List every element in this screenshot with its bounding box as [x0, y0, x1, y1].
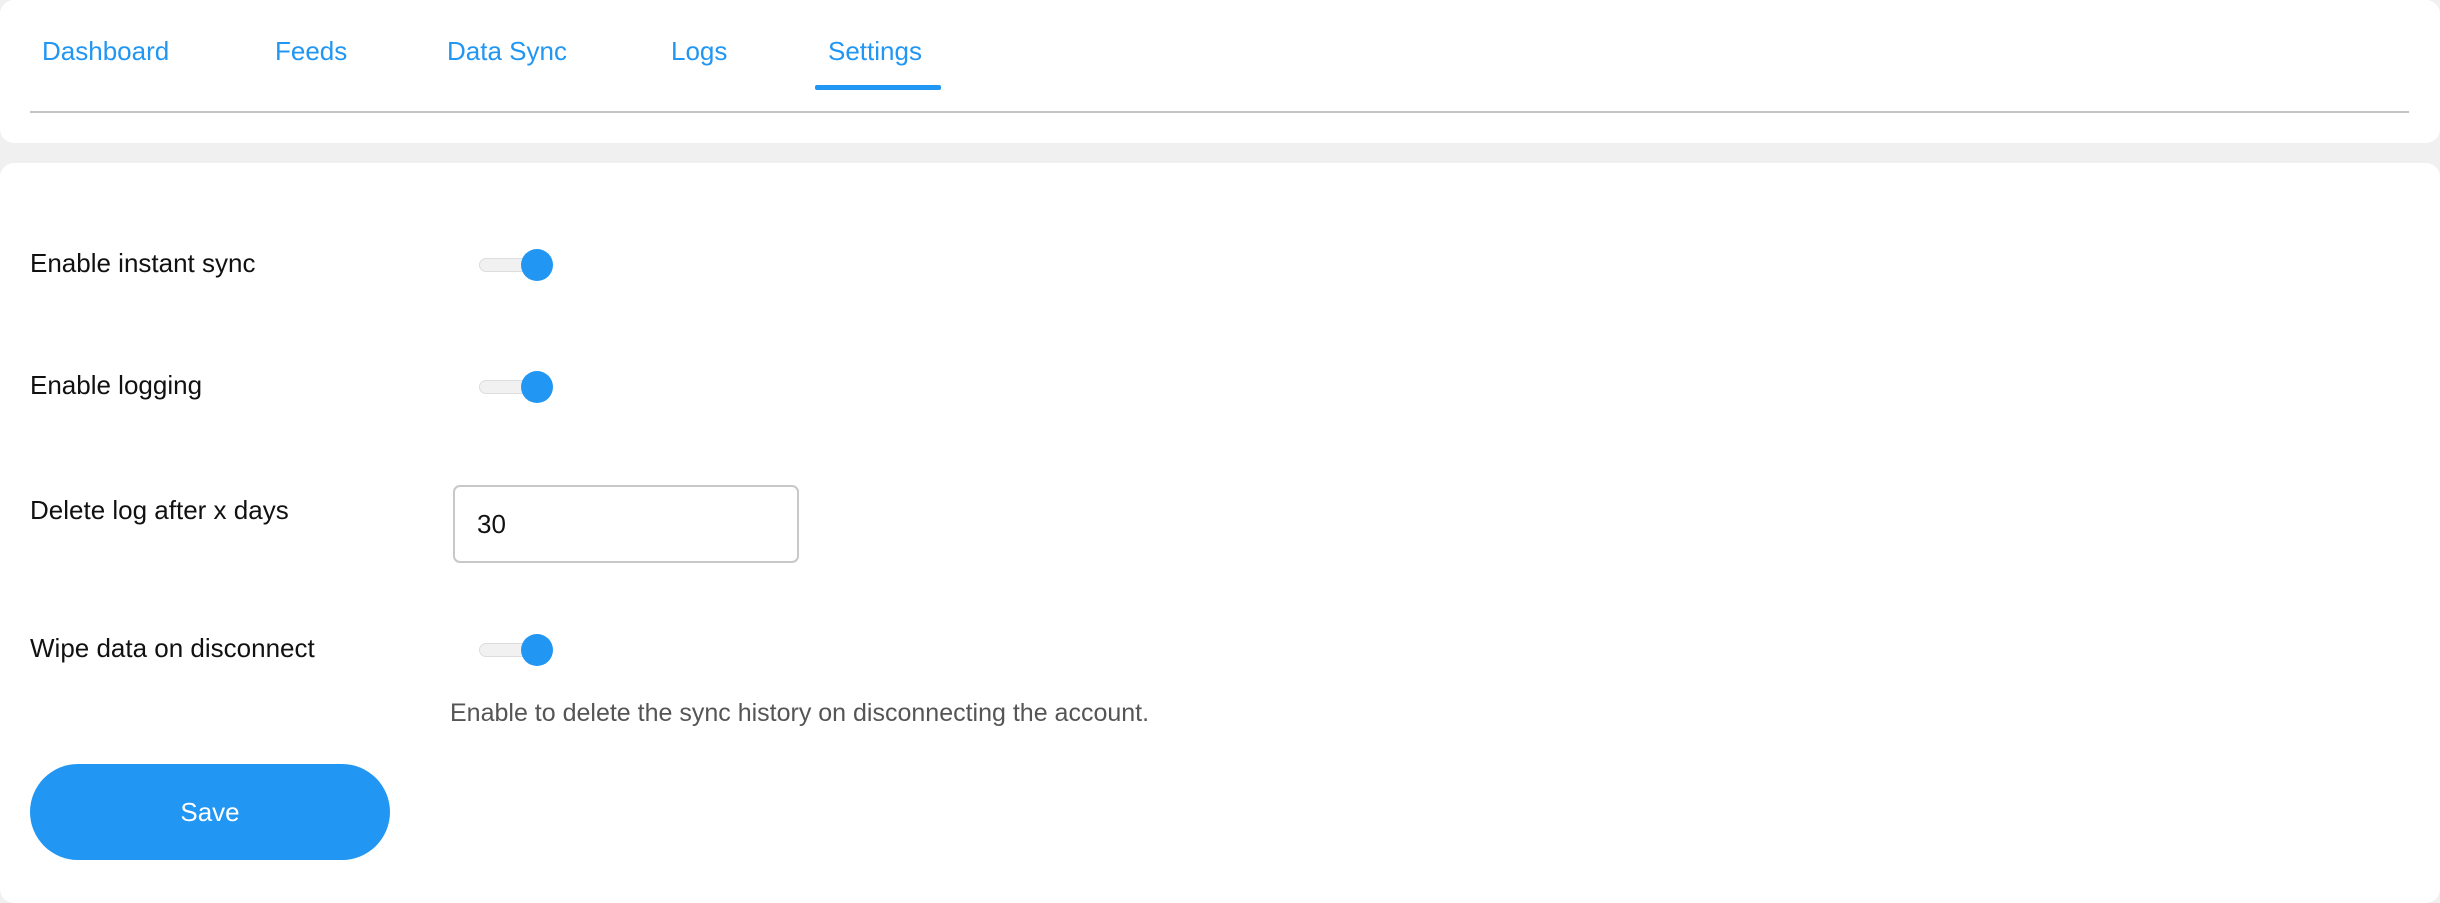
instant-sync-toggle[interactable]	[479, 249, 553, 281]
tab-data-sync[interactable]: Data Sync	[447, 36, 567, 67]
instant-sync-label: Enable instant sync	[30, 248, 256, 278]
toggle-knob	[521, 249, 553, 281]
tab-dashboard[interactable]: Dashboard	[42, 36, 169, 67]
settings-card: Enable instant sync Enable logging Delet…	[0, 163, 2440, 903]
nav-divider	[30, 111, 2409, 113]
tab-logs[interactable]: Logs	[671, 36, 727, 67]
wipe-data-label: Wipe data on disconnect	[30, 633, 315, 663]
active-tab-indicator	[815, 85, 941, 90]
tab-settings[interactable]: Settings	[828, 36, 922, 67]
nav-card: Dashboard Feeds Data Sync Logs Settings	[0, 0, 2440, 143]
delete-log-days-input[interactable]	[453, 485, 799, 563]
toggle-knob	[521, 634, 553, 666]
delete-log-label: Delete log after x days	[30, 495, 289, 525]
logging-label: Enable logging	[30, 370, 203, 400]
toggle-knob	[521, 371, 553, 403]
wipe-data-help-text: Enable to delete the sync history on dis…	[450, 699, 1150, 727]
save-button[interactable]: Save	[30, 764, 390, 860]
wipe-data-toggle[interactable]	[479, 634, 553, 666]
logging-toggle[interactable]	[479, 371, 553, 403]
tab-feeds[interactable]: Feeds	[275, 36, 347, 67]
